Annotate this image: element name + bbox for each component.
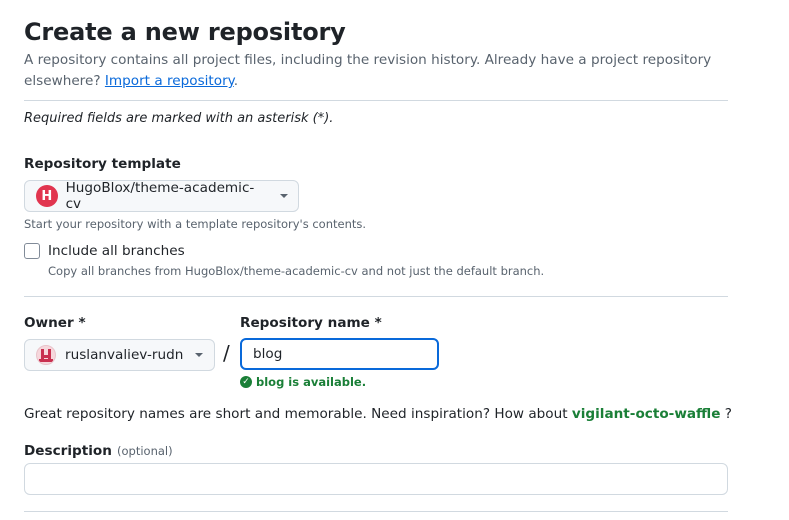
page-description-suffix: . [233, 73, 239, 89]
page-description-line2: elsewhere? Import a repository. [24, 71, 238, 92]
divider-top [24, 100, 728, 101]
check-circle-icon: ✓ [240, 376, 252, 388]
template-selected-value: HugoBlox/theme-academic-cv [65, 180, 255, 212]
divider-bottom [24, 511, 728, 512]
owner-selected-value: ruslanvaliev-rudn [65, 347, 184, 363]
suggestion-prompt: Great repository names are short and mem… [24, 406, 568, 422]
owner-label: Owner * [24, 315, 86, 331]
owner-select-button[interactable]: ruslanvaliev-rudn [24, 339, 215, 371]
chevron-down-icon [280, 194, 288, 198]
hugoblox-logo-icon: H [36, 185, 58, 207]
page-description-line1: A repository contains all project files,… [24, 52, 712, 68]
required-fields-note: Required fields are marked with an aster… [24, 111, 334, 126]
owner-avatar [36, 345, 56, 365]
page-description-prefix: elsewhere? [24, 73, 101, 89]
repository-name-label: Repository name * [240, 315, 382, 331]
include-all-branches-label[interactable]: Include all branches [48, 243, 185, 259]
repository-name-status: ✓ blog is available. [240, 375, 366, 389]
description-label-row: Description (optional) [24, 440, 173, 459]
owner-repo-separator: / [223, 341, 230, 365]
name-suggestion-text: Great repository names are short and mem… [24, 406, 732, 422]
template-label: Repository template [24, 156, 181, 172]
chevron-down-icon [195, 353, 204, 357]
divider-middle [24, 296, 728, 297]
repository-name-status-text: blog is available. [256, 375, 367, 389]
description-input[interactable] [24, 463, 728, 495]
suggestion-suffix: ? [724, 406, 732, 422]
page-title: Create a new repository [24, 18, 346, 46]
include-all-branches-checkbox[interactable] [24, 243, 40, 259]
suggested-name-link[interactable]: vigilant-octo-waffle [572, 406, 721, 422]
import-repository-link[interactable]: Import a repository [105, 73, 234, 89]
description-optional-tag: (optional) [117, 444, 173, 458]
repository-name-value: blog [253, 346, 283, 362]
template-select-button[interactable]: H HugoBlox/theme-academic-cv [24, 180, 299, 212]
description-label: Description [24, 443, 112, 459]
template-help-text: Start your repository with a template re… [24, 217, 367, 231]
repository-name-input[interactable]: blog [240, 338, 439, 370]
include-all-branches-help: Copy all branches from HugoBlox/theme-ac… [48, 264, 545, 278]
